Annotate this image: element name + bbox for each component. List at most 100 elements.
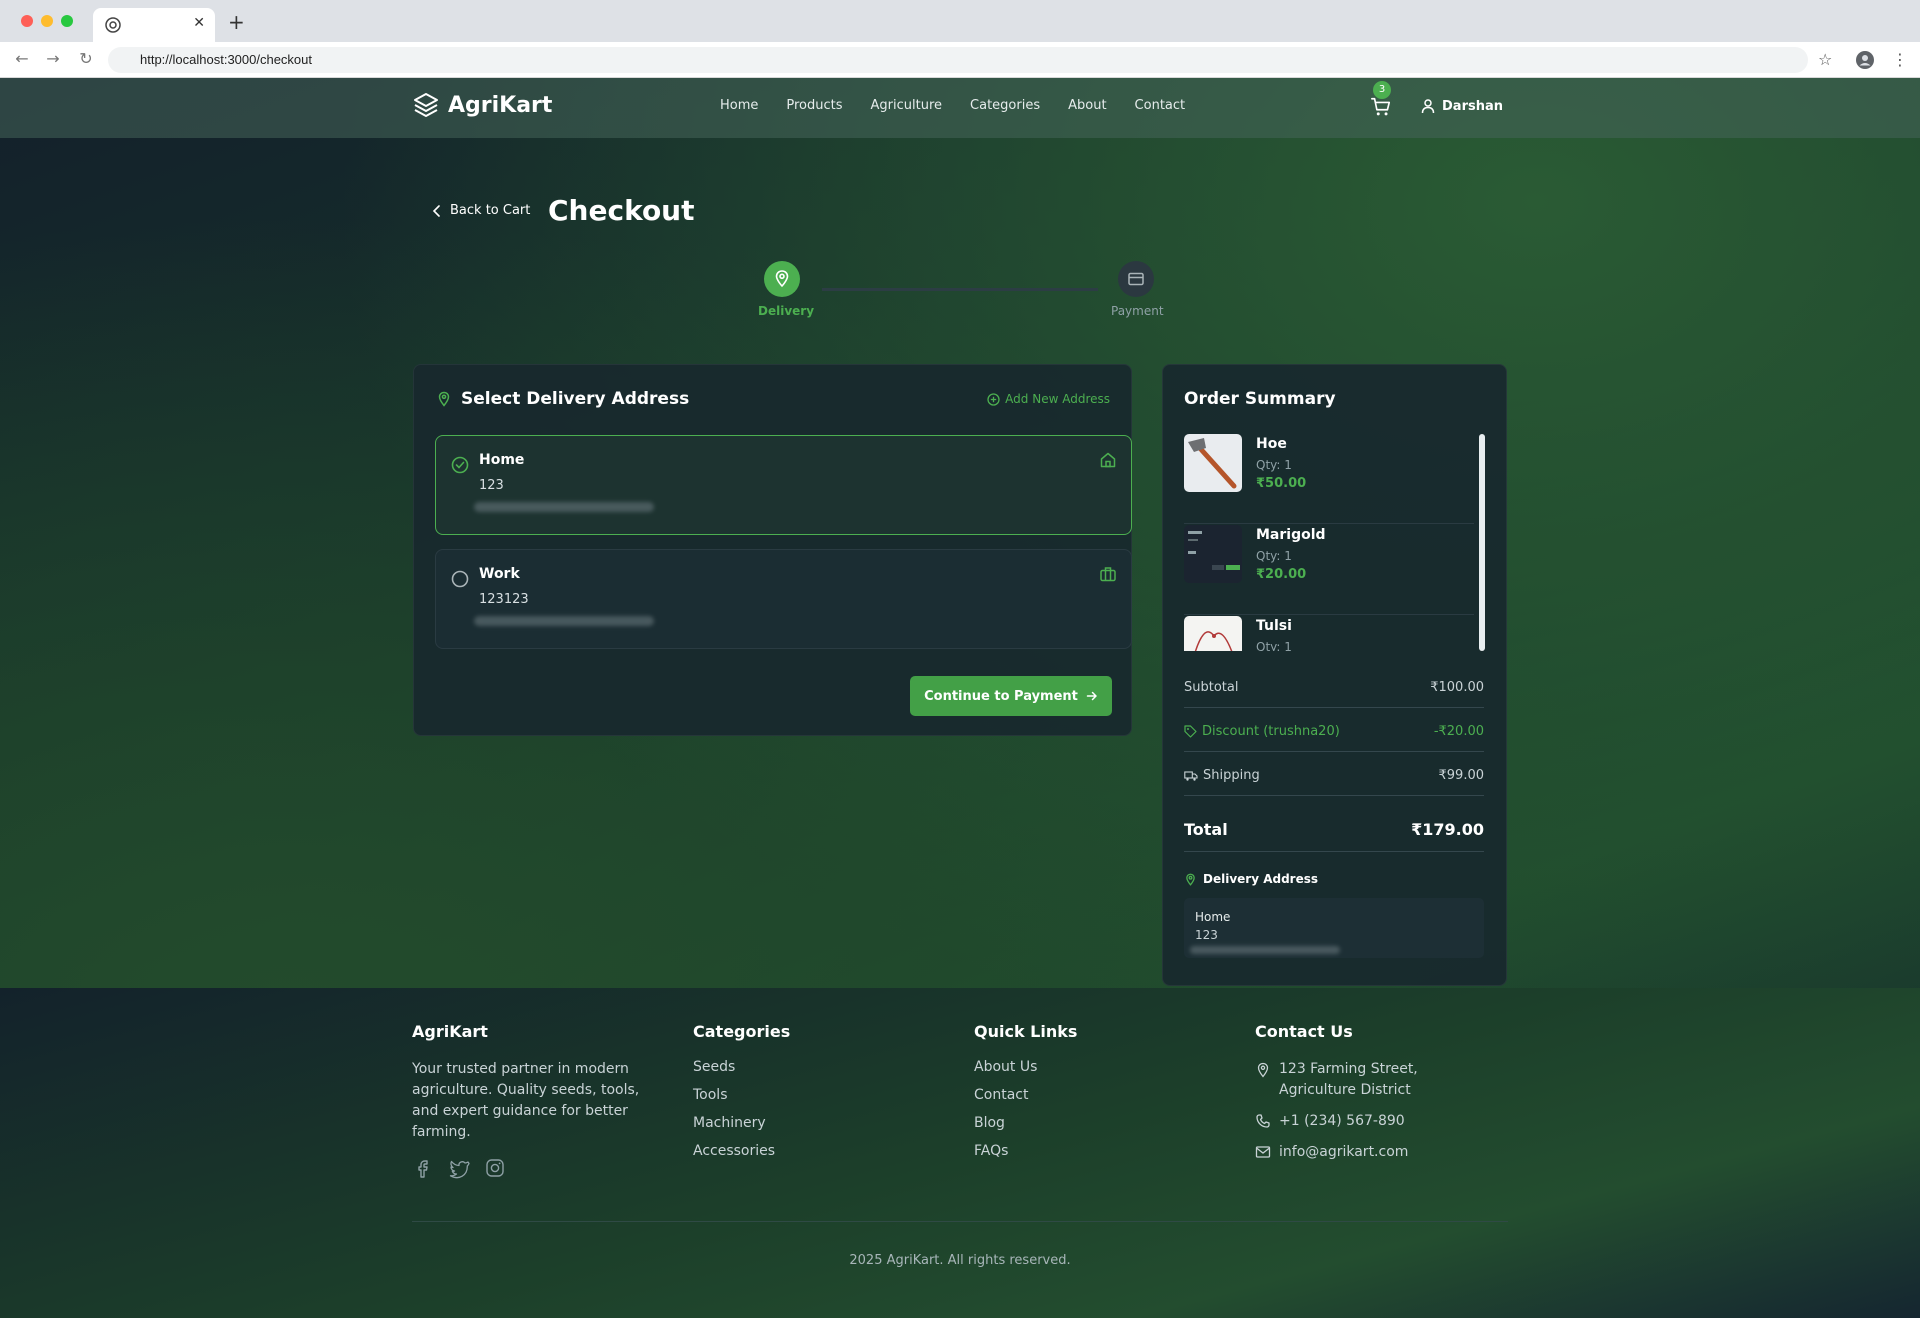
footer-link-blog[interactable]: Blog — [974, 1115, 1077, 1131]
footer-link-contact[interactable]: Contact — [974, 1087, 1077, 1103]
delivery-address-preview: Home 123 — [1184, 898, 1484, 958]
chrome-favicon-icon — [105, 17, 121, 33]
map-pin-icon — [1186, 873, 1195, 886]
discount-value: -₹20.00 — [1433, 724, 1484, 739]
discount-row: Discount (trushna20) -₹20.00 — [1184, 724, 1484, 739]
contact-address-text: 123 Farming Street, Agriculture District — [1279, 1061, 1418, 1098]
divider — [1184, 707, 1484, 708]
items-scrollbar[interactable] — [1479, 434, 1485, 651]
close-tab-icon[interactable]: ✕ — [193, 15, 205, 31]
home-icon — [1100, 452, 1116, 468]
step-payment-label: Payment — [1111, 304, 1164, 318]
address-option-work[interactable]: Work 123123 — [435, 549, 1132, 649]
redacted-address-line — [474, 616, 654, 626]
total-label: Total — [1184, 820, 1228, 839]
cart-count-badge: 3 — [1373, 81, 1391, 99]
contact-phone[interactable]: +1 (234) 567-890 — [1255, 1111, 1485, 1132]
item-name: Marigold — [1256, 527, 1326, 543]
user-icon — [1421, 99, 1435, 114]
stepper-progress-line — [822, 288, 1098, 291]
footer-link-seeds[interactable]: Seeds — [693, 1059, 790, 1075]
continue-to-payment-button[interactable]: Continue to Payment — [910, 676, 1112, 716]
order-item: Hoe Qty: 1 ₹50.00 — [1184, 434, 1474, 524]
preview-address-line: 123 — [1195, 928, 1218, 942]
contact-email-text: info@agrikart.com — [1279, 1144, 1409, 1160]
browser-menu-icon[interactable]: ⋮ — [1892, 50, 1908, 69]
twitter-icon[interactable] — [448, 1157, 470, 1179]
nav-link-categories[interactable]: Categories — [970, 98, 1040, 113]
brand-logo[interactable]: AgriKart — [412, 91, 552, 119]
back-to-cart-label: Back to Cart — [450, 203, 531, 218]
footer-link-machinery[interactable]: Machinery — [693, 1115, 790, 1131]
footer-contact-column: Contact Us 123 Farming Street, Agricultu… — [1255, 1022, 1485, 1173]
back-to-cart-link[interactable]: Back to Cart — [432, 203, 530, 218]
order-summary-title: Order Summary — [1184, 389, 1336, 409]
map-pin-icon — [1257, 1062, 1269, 1078]
shipping-label: Shipping — [1203, 768, 1260, 783]
subtotal-value: ₹100.00 — [1430, 680, 1484, 695]
item-price: ₹20.00 — [1256, 567, 1307, 582]
preview-address-name: Home — [1195, 910, 1231, 924]
footer-categories-column: Categories Seeds Tools Machinery Accesso… — [693, 1022, 790, 1171]
footer-tagline: Your trusted partner in modern agricultu… — [412, 1061, 640, 1140]
close-window-button[interactable] — [21, 15, 33, 27]
footer-link-about-us[interactable]: About Us — [974, 1059, 1077, 1075]
brand-name: AgriKart — [448, 92, 553, 118]
nav-link-products[interactable]: Products — [786, 98, 842, 113]
footer-link-tools[interactable]: Tools — [693, 1087, 790, 1103]
profile-icon[interactable] — [1856, 51, 1874, 69]
minimize-window-button[interactable] — [41, 15, 53, 27]
browser-tab[interactable]: ✕ — [93, 8, 215, 42]
order-item: Tulsi Qty: 1 — [1184, 616, 1474, 651]
credit-card-icon — [1128, 272, 1144, 286]
order-items-list[interactable]: Hoe Qty: 1 ₹50.00 Marigold Qty: 1 ₹20.00 — [1163, 434, 1508, 651]
new-tab-button[interactable]: + — [228, 10, 245, 34]
instagram-icon[interactable] — [484, 1157, 506, 1179]
browser-tab-strip: ✕ + — [0, 0, 1920, 42]
forward-arrow-icon[interactable]: → — [43, 49, 63, 69]
user-menu[interactable]: Darshan — [1420, 98, 1503, 114]
cart-icon[interactable] — [1370, 96, 1392, 118]
briefcase-icon — [1100, 567, 1116, 582]
nav-link-about[interactable]: About — [1068, 98, 1106, 113]
facebook-icon[interactable] — [412, 1157, 434, 1179]
url-text: http://localhost:3000/checkout — [140, 52, 313, 67]
nav-links: Home Products Agriculture Categories Abo… — [720, 98, 1185, 113]
footer-link-faqs[interactable]: FAQs — [974, 1143, 1077, 1159]
nav-link-agriculture[interactable]: Agriculture — [871, 98, 943, 113]
total-row: Total ₹179.00 — [1184, 820, 1484, 839]
nav-link-contact[interactable]: Contact — [1135, 98, 1186, 113]
discount-label: Discount (trushna20) — [1202, 724, 1340, 739]
redacted-address-line — [474, 502, 654, 512]
back-arrow-icon[interactable]: ← — [12, 49, 32, 69]
contact-address: 123 Farming Street, Agriculture District — [1255, 1059, 1485, 1101]
contact-email[interactable]: info@agrikart.com — [1255, 1142, 1485, 1163]
reload-icon[interactable]: ↻ — [76, 49, 96, 69]
item-qty: Qty: 1 — [1256, 640, 1292, 651]
address-bar[interactable]: http://localhost:3000/checkout — [108, 47, 1808, 73]
browser-toolbar: ← → ↻ http://localhost:3000/checkout ☆ ⋮ — [0, 42, 1920, 78]
add-new-address-button[interactable]: Add New Address — [987, 392, 1110, 406]
page-title: Checkout — [548, 194, 695, 227]
social-links — [412, 1157, 652, 1179]
maximize-window-button[interactable] — [61, 15, 73, 27]
nav-link-home[interactable]: Home — [720, 98, 758, 113]
add-new-address-label: Add New Address — [1005, 392, 1110, 406]
footer-contact-title: Contact Us — [1255, 1022, 1353, 1041]
item-name: Tulsi — [1256, 618, 1292, 634]
item-qty: Qty: 1 — [1256, 458, 1292, 472]
footer-quick-links-column: Quick Links About Us Contact Blog FAQs — [974, 1022, 1077, 1171]
bookmark-star-icon[interactable]: ☆ — [1818, 50, 1832, 69]
footer-link-accessories[interactable]: Accessories — [693, 1143, 790, 1159]
site-navbar: AgriKart Home Products Agriculture Categ… — [0, 78, 1920, 138]
footer-categories-title: Categories — [693, 1022, 791, 1041]
step-payment — [1118, 261, 1154, 297]
delivery-address-card: Select Delivery Address Add New Address … — [413, 364, 1132, 736]
address-option-home[interactable]: Home 123 — [435, 435, 1132, 535]
copyright: 2025 AgriKart. All rights reserved. — [849, 1253, 1071, 1268]
footer-quick-links-title: Quick Links — [974, 1022, 1078, 1041]
footer-divider — [412, 1221, 1508, 1222]
footer-brand-column: AgriKart Your trusted partner in modern … — [412, 1022, 652, 1179]
order-summary-card: Order Summary Hoe Qty: 1 ₹50.00 Marigold… — [1162, 364, 1507, 986]
contact-phone-text: +1 (234) 567-890 — [1279, 1113, 1405, 1129]
